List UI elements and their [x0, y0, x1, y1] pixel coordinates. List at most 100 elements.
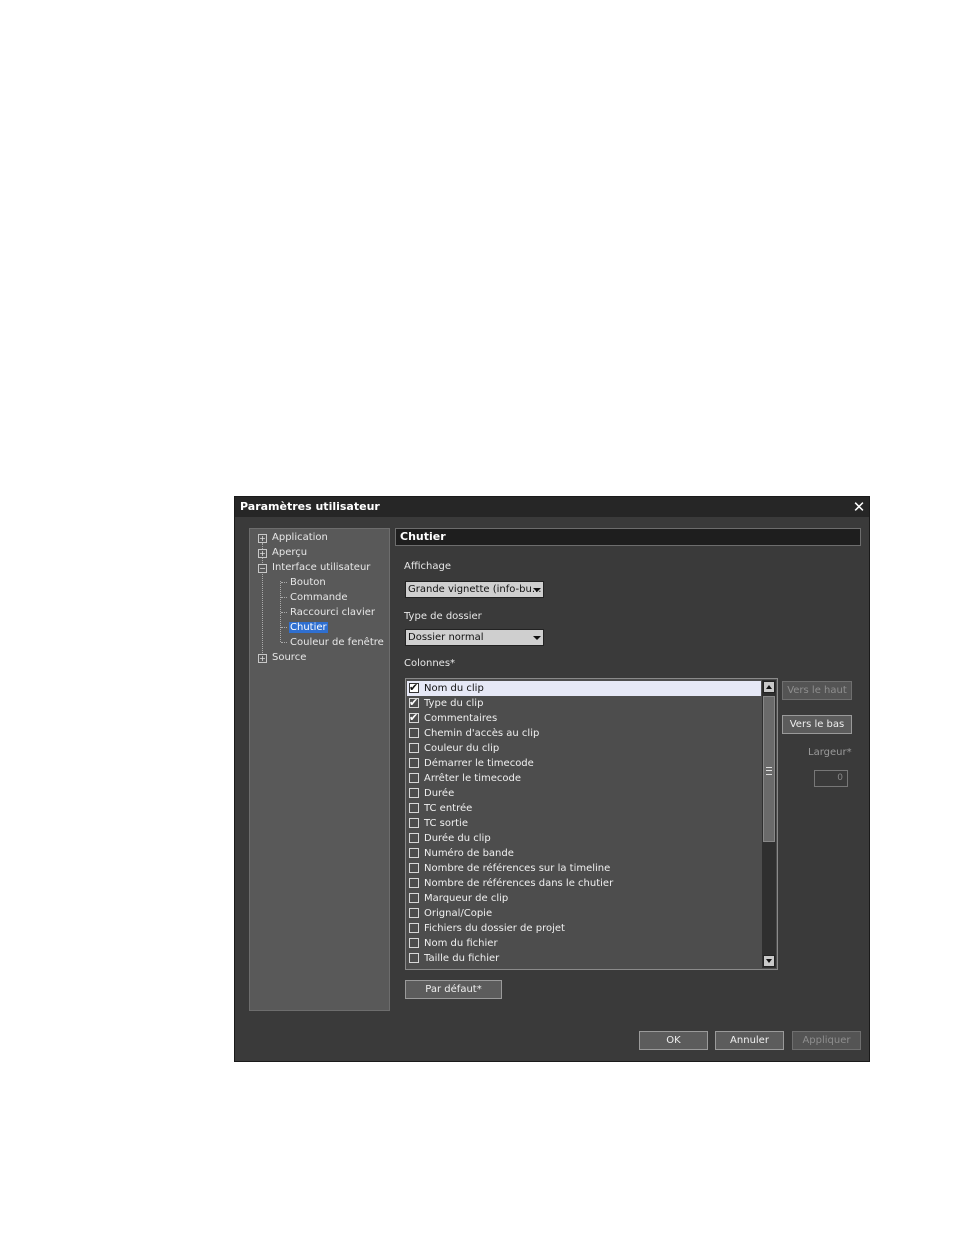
- checkbox[interactable]: [409, 788, 419, 798]
- tree-line: [281, 582, 287, 583]
- tree-line: [281, 597, 287, 598]
- list-item[interactable]: Taille du fichier: [407, 951, 761, 966]
- chevron-down-icon: [533, 588, 541, 592]
- grip-icon: [766, 767, 772, 775]
- checkbox[interactable]: [409, 893, 419, 903]
- checkbox-checked[interactable]: ✔: [409, 711, 419, 724]
- cancel-button[interactable]: Annuler: [715, 1031, 784, 1050]
- tree-item-label: Aperçu: [272, 547, 308, 558]
- list-item-label: Numéro de bande: [424, 848, 514, 859]
- scrollbar-thumb[interactable]: [763, 696, 775, 842]
- type-dossier-label: Type de dossier: [404, 611, 482, 622]
- list-item[interactable]: Démarrer le timecode: [407, 756, 761, 771]
- list-item[interactable]: Nombre de références dans le chutier: [407, 876, 761, 891]
- ok-button[interactable]: OK: [639, 1031, 708, 1050]
- scroll-up-icon[interactable]: [763, 681, 775, 693]
- tree-line: [281, 627, 287, 628]
- move-down-button[interactable]: Vers le bas: [782, 715, 852, 734]
- apply-button[interactable]: Appliquer: [792, 1031, 861, 1050]
- tree-item-label: Source: [272, 652, 307, 663]
- list-item[interactable]: Couleur du clip: [407, 741, 761, 756]
- scroll-down-icon[interactable]: [763, 955, 775, 967]
- panel-header: Chutier: [395, 528, 861, 546]
- default-button[interactable]: Par défaut*: [405, 980, 502, 999]
- tree-item-commande[interactable]: Commande: [290, 590, 348, 605]
- tree-item-label: Interface utilisateur: [272, 562, 371, 573]
- tree-item-label: Couleur de fenêtre: [290, 637, 384, 648]
- expand-icon[interactable]: +: [258, 654, 267, 663]
- list-item-label: Durée: [424, 788, 455, 799]
- list-item-label: TC entrée: [424, 803, 473, 814]
- list-item-label: Durée du clip: [424, 833, 491, 844]
- checkbox[interactable]: [409, 878, 419, 888]
- move-up-button[interactable]: Vers le haut: [782, 681, 852, 700]
- tree-item-couleur-de-fenetre[interactable]: Couleur de fenêtre: [290, 635, 384, 650]
- list-item[interactable]: ✔ Commentaires: [407, 711, 761, 726]
- checkbox[interactable]: [409, 833, 419, 843]
- list-item[interactable]: TC sortie: [407, 816, 761, 831]
- list-item[interactable]: Durée: [407, 786, 761, 801]
- list-item-label: Nombre de références dans le chutier: [424, 878, 614, 889]
- columns-list[interactable]: ✔ Nom du clip ✔ Type du clip ✔ Commentaires Ch…: [405, 678, 778, 970]
- list-item-label: Arrêter le timecode: [424, 773, 522, 784]
- list-item[interactable]: Marqueur de clip: [407, 891, 761, 906]
- affichage-value: Grande vignette (info-bu...: [408, 584, 542, 595]
- checkmark-icon: ✔: [409, 681, 419, 694]
- list-item[interactable]: Chemin d'accès au clip: [407, 726, 761, 741]
- list-scrollbar[interactable]: [762, 680, 776, 968]
- list-item-label: Couleur du clip: [424, 743, 500, 754]
- settings-tree: + Application + Aperçu − Interface utili…: [249, 528, 390, 1011]
- list-item-label: Fichiers du dossier de projet: [424, 923, 565, 934]
- close-icon[interactable]: ✕: [852, 497, 866, 517]
- checkbox[interactable]: [409, 908, 419, 918]
- dialog-title: Paramètres utilisateur: [240, 500, 380, 513]
- list-item[interactable]: ✔ Type du clip: [407, 696, 761, 711]
- checkbox[interactable]: [409, 863, 419, 873]
- tree-line: [262, 543, 263, 655]
- type-dossier-value: Dossier normal: [408, 632, 484, 643]
- checkmark-icon: ✔: [409, 711, 419, 724]
- list-item[interactable]: Nombre de références sur la timeline: [407, 861, 761, 876]
- tree-item-raccourci-clavier[interactable]: Raccourci clavier: [290, 605, 375, 620]
- list-item[interactable]: Fichiers du dossier de projet: [407, 921, 761, 936]
- expand-icon[interactable]: +: [258, 549, 267, 558]
- tree-item-label: Chutier: [289, 622, 328, 633]
- affichage-label: Affichage: [404, 561, 451, 572]
- checkbox[interactable]: [409, 743, 419, 753]
- checkbox[interactable]: [409, 923, 419, 933]
- list-item-label: Orignal/Copie: [424, 908, 493, 919]
- tree-item-bouton[interactable]: Bouton: [290, 575, 326, 590]
- list-item[interactable]: Nom du fichier: [407, 936, 761, 951]
- tree-line: [281, 612, 287, 613]
- checkbox[interactable]: [409, 848, 419, 858]
- tree-line: [281, 642, 287, 643]
- list-item-label: Type du clip: [424, 698, 484, 709]
- list-item[interactable]: Arrêter le timecode: [407, 771, 761, 786]
- checkbox[interactable]: [409, 728, 419, 738]
- list-item-label: Nom du clip: [424, 683, 484, 694]
- list-item[interactable]: Orignal/Copie: [407, 906, 761, 921]
- checkbox[interactable]: [409, 803, 419, 813]
- affichage-select[interactable]: Grande vignette (info-bu...: [405, 581, 544, 598]
- type-dossier-select[interactable]: Dossier normal: [405, 629, 544, 646]
- checkbox[interactable]: [409, 758, 419, 768]
- tree-item-label: Raccourci clavier: [290, 607, 376, 618]
- colonnes-label: Colonnes*: [404, 658, 456, 669]
- tree-item-label: Application: [272, 532, 328, 543]
- largeur-field[interactable]: 0: [814, 770, 848, 787]
- list-item[interactable]: TC entrée: [407, 801, 761, 816]
- list-item-label: TC sortie: [424, 818, 468, 829]
- list-item[interactable]: Durée du clip: [407, 831, 761, 846]
- list-item[interactable]: Numéro de bande: [407, 846, 761, 861]
- checkbox-checked[interactable]: ✔: [409, 681, 419, 694]
- expand-icon[interactable]: +: [258, 534, 267, 543]
- checkbox[interactable]: [409, 953, 419, 963]
- checkbox[interactable]: [409, 818, 419, 828]
- tree-item-chutier[interactable]: Chutier: [289, 620, 328, 635]
- list-item-label: Démarrer le timecode: [424, 758, 534, 769]
- checkbox[interactable]: [409, 938, 419, 948]
- collapse-icon[interactable]: −: [258, 564, 267, 573]
- checkbox[interactable]: [409, 773, 419, 783]
- checkbox-checked[interactable]: ✔: [409, 696, 419, 709]
- list-item[interactable]: ✔ Nom du clip: [407, 681, 761, 696]
